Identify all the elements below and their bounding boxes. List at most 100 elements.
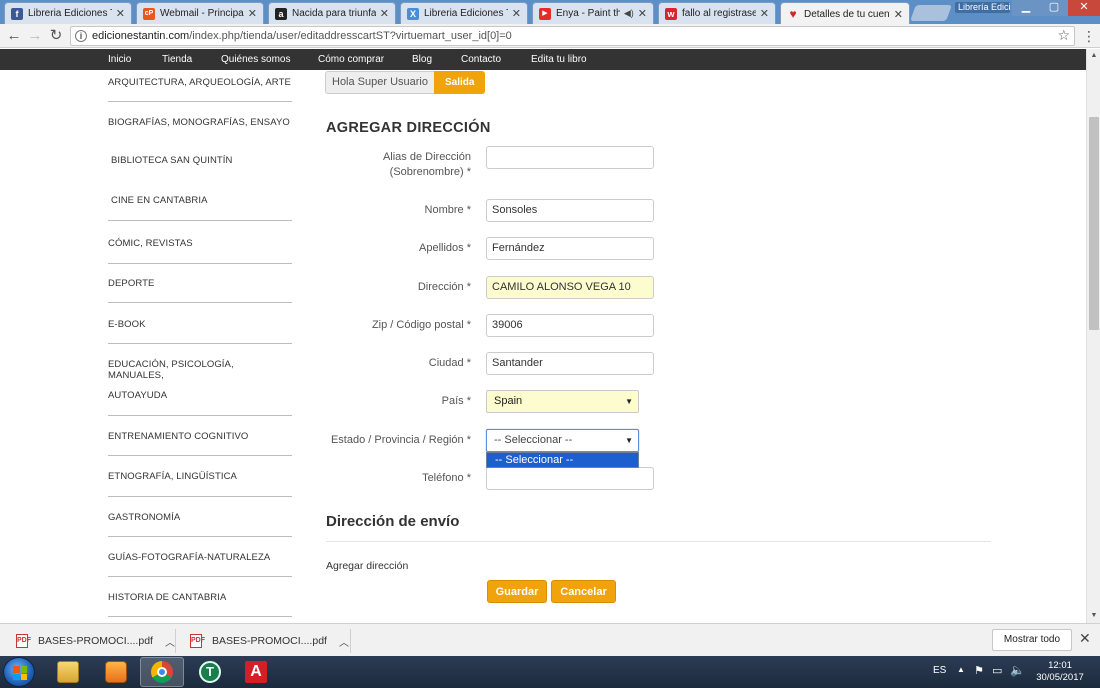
- nav-inicio[interactable]: Inicio: [108, 54, 131, 65]
- category-item[interactable]: E-BOOK: [108, 319, 292, 330]
- category-item[interactable]: CÓMIC, REVISTAS: [108, 238, 292, 249]
- media-player-icon: [105, 661, 127, 683]
- acrobat-icon: A: [245, 661, 267, 683]
- maximize-icon[interactable]: ▢: [1040, 0, 1068, 16]
- browser-menu-icon[interactable]: ⋮: [1082, 27, 1096, 45]
- chevron-up-icon[interactable]: ︿: [165, 634, 175, 649]
- chrome-icon: [151, 661, 173, 683]
- category-item[interactable]: HISTORIA DE CANTABRIA: [108, 592, 292, 603]
- divider: [350, 629, 351, 653]
- url-input[interactable]: i edicionestantin.com/index.php/tienda/u…: [70, 26, 1075, 46]
- apellidos-label: Apellidos *: [419, 242, 471, 254]
- logout-button[interactable]: Salida: [434, 71, 486, 94]
- forward-arrow-icon[interactable]: →: [26, 27, 44, 45]
- cancel-button[interactable]: Cancelar: [551, 580, 616, 603]
- taskbar-app[interactable]: T: [188, 657, 232, 687]
- close-icon[interactable]: ✕: [116, 7, 125, 20]
- scroll-down-icon[interactable]: ▼: [1087, 609, 1100, 623]
- scrollbar-thumb[interactable]: [1089, 117, 1099, 330]
- user-greeting-bar: Hola Super Usuario Salida: [325, 71, 486, 94]
- telefono-input[interactable]: [486, 467, 654, 490]
- category-item[interactable]: ETNOGRAFÍA, LINGÜÍSTICA: [108, 471, 292, 482]
- browser-tab[interactable]: ▶ Enya - Paint the ◀) ✕: [532, 2, 654, 24]
- save-button[interactable]: Guardar: [487, 580, 547, 603]
- chevron-up-icon[interactable]: ︿: [339, 634, 349, 649]
- category-item[interactable]: DEPORTE: [108, 278, 292, 289]
- divider: [108, 263, 292, 264]
- network-icon[interactable]: ▭: [992, 664, 1002, 677]
- reload-icon[interactable]: ↻: [47, 27, 65, 45]
- divider: [108, 343, 292, 344]
- download-item[interactable]: PDF BASES-PROMOCI....pdf ︿: [190, 631, 349, 651]
- download-item[interactable]: PDF BASES-PROMOCI....pdf ︿: [16, 631, 175, 651]
- pais-select[interactable]: Spain ▼: [486, 390, 639, 413]
- download-shelf: PDF BASES-PROMOCI....pdf ︿ PDF BASES-PRO…: [0, 623, 1100, 656]
- address-bar-row: ← → ↻ i edicionestantin.com/index.php/ti…: [0, 24, 1100, 48]
- estado-dropdown-option[interactable]: -- Seleccionar --: [486, 452, 639, 468]
- category-item[interactable]: EDUCACIÓN, PSICOLOGÍA, MANUALES,: [108, 359, 292, 381]
- category-item[interactable]: CINE EN CANTABRIA: [111, 195, 295, 206]
- close-window-icon[interactable]: ✕: [1068, 0, 1100, 16]
- ciudad-input[interactable]: Santander: [486, 352, 654, 375]
- system-clock[interactable]: 12:01 30/05/2017: [1030, 660, 1090, 684]
- nav-tienda[interactable]: Tienda: [162, 54, 192, 65]
- estado-select[interactable]: -- Seleccionar -- ▼: [486, 429, 639, 452]
- tray-expand-icon[interactable]: ▲: [957, 665, 965, 674]
- category-item[interactable]: BIBLIOTECA SAN QUINTÍN: [111, 155, 295, 166]
- start-button[interactable]: [3, 657, 35, 687]
- category-item[interactable]: GUÍAS-FOTOGRAFÍA-NATURALEZA: [108, 552, 292, 563]
- language-indicator[interactable]: ES: [933, 665, 946, 676]
- info-icon[interactable]: i: [75, 30, 87, 42]
- alias-input[interactable]: [486, 146, 654, 169]
- browser-tab[interactable]: X Libreria Ediciones Tá ✕: [400, 2, 528, 24]
- category-item[interactable]: GASTRONOMÍA: [108, 512, 292, 523]
- category-item[interactable]: BIOGRAFÍAS, MONOGRAFÍAS, ENSAYO: [108, 117, 292, 128]
- flag-icon[interactable]: ⚑: [974, 664, 984, 677]
- nav-blog[interactable]: Blog: [412, 54, 432, 65]
- browser-tab[interactable]: f Libreria Ediciones Tá ✕: [4, 2, 132, 24]
- nombre-input[interactable]: Sonsoles: [486, 199, 654, 222]
- nav-quienes-somos[interactable]: Quiénes somos: [221, 54, 290, 65]
- clock-time: 12:01: [1048, 660, 1072, 671]
- speaker-icon[interactable]: ◀): [624, 8, 634, 19]
- joomla-icon: X: [407, 7, 419, 20]
- url-text: edicionestantin.com/index.php/tienda/use…: [92, 30, 512, 42]
- tab-title: Nacida para triunfar: [292, 8, 376, 19]
- apellidos-input[interactable]: Fernández: [486, 237, 654, 260]
- show-all-downloads-button[interactable]: Mostrar todo: [992, 629, 1072, 651]
- close-icon[interactable]: ✕: [248, 7, 257, 20]
- nav-contacto[interactable]: Contacto: [461, 54, 501, 65]
- close-icon[interactable]: ✕: [894, 8, 903, 21]
- new-tab-button[interactable]: [910, 5, 952, 21]
- browser-tab-active[interactable]: ♥ Detalles de tu cuenta ✕: [780, 2, 910, 24]
- category-item[interactable]: ARQUITECTURA, ARQUEOLOGÍA, ARTE: [108, 77, 292, 88]
- taskbar-media-player[interactable]: [94, 657, 138, 687]
- vertical-scrollbar[interactable]: ▲ ▼: [1086, 49, 1100, 623]
- browser-tab[interactable]: w fallo al registrase cli ✕: [658, 2, 776, 24]
- taskbar-explorer[interactable]: [46, 657, 90, 687]
- back-arrow-icon[interactable]: ←: [5, 27, 23, 45]
- taskbar-app[interactable]: A: [234, 657, 278, 687]
- direccion-input[interactable]: CAMILO ALONSO VEGA 10: [486, 276, 654, 299]
- zip-input[interactable]: 39006: [486, 314, 654, 337]
- minimize-icon[interactable]: ▁: [1012, 0, 1040, 16]
- close-icon[interactable]: ✕: [512, 7, 521, 20]
- browser-tab[interactable]: cP Webmail - Principal ✕: [136, 2, 264, 24]
- close-icon[interactable]: ✕: [1079, 630, 1091, 647]
- taskbar-chrome[interactable]: [140, 657, 184, 687]
- close-icon[interactable]: ✕: [380, 7, 389, 20]
- volume-icon[interactable]: 🔈: [1010, 663, 1025, 677]
- close-icon[interactable]: ✕: [760, 7, 769, 20]
- scroll-up-icon[interactable]: ▲: [1087, 49, 1100, 63]
- nav-edita-tu-libro[interactable]: Edita tu libro: [531, 54, 587, 65]
- forum-icon: w: [665, 7, 677, 20]
- close-icon[interactable]: ✕: [638, 7, 647, 20]
- browser-tab[interactable]: a Nacida para triunfar ✕: [268, 2, 396, 24]
- add-address-link[interactable]: Agregar dirección: [326, 560, 408, 572]
- clock-date: 30/05/2017: [1036, 672, 1084, 683]
- category-item[interactable]: ENTRENAMIENTO COGNITIVO: [108, 431, 292, 442]
- category-item[interactable]: AUTOAYUDA: [108, 390, 292, 401]
- nav-como-comprar[interactable]: Cómo comprar: [318, 54, 384, 65]
- alias-label-line2: (Sobrenombre) *: [389, 166, 471, 178]
- bookmark-star-icon[interactable]: ☆: [1057, 27, 1070, 44]
